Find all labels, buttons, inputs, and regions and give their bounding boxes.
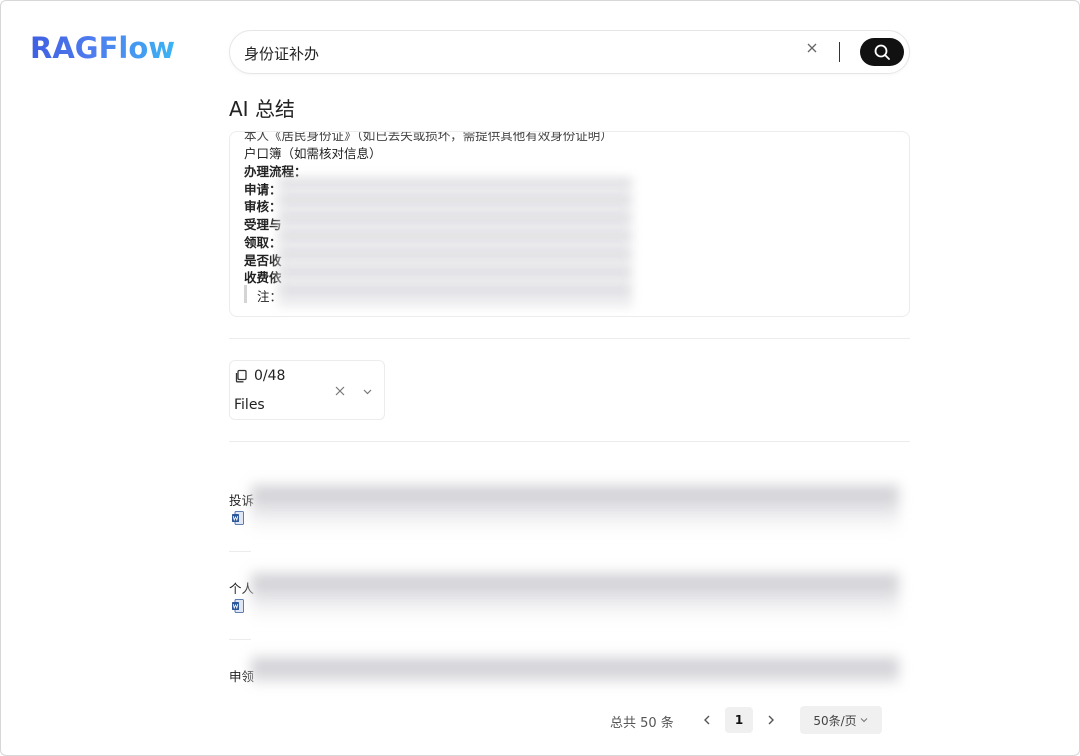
pagination-total: 总共 50 条 <box>610 716 674 731</box>
files-count: 0/48 <box>254 368 286 384</box>
summary-line: 户口簿（如需核对信息） <box>244 146 382 161</box>
word-doc-icon <box>232 599 244 613</box>
summary-line: 受理与 <box>244 217 282 232</box>
chevron-down-icon <box>860 718 868 723</box>
chevron-right-icon[interactable] <box>765 713 777 727</box>
blurred-result-content <box>251 481 899 537</box>
quote-bar <box>244 285 247 303</box>
page-size-select[interactable]: 50条/页 <box>800 706 882 734</box>
result-divider <box>229 639 251 640</box>
clear-search-icon[interactable] <box>805 41 819 55</box>
blurred-result-content <box>251 653 899 683</box>
page-size-label: 50条/页 <box>813 713 857 728</box>
search-button[interactable] <box>860 38 904 66</box>
summary-line: 领取： <box>244 235 282 250</box>
ai-summary-title: AI 总结 <box>229 97 295 121</box>
search-icon <box>874 44 890 60</box>
search-input[interactable] <box>244 41 784 65</box>
ragflow-logo[interactable]: RAGFlow <box>30 31 175 65</box>
clear-files-icon[interactable] <box>334 385 346 397</box>
word-doc-icon <box>232 511 244 525</box>
blurred-result-content <box>251 569 899 625</box>
divider <box>229 338 910 339</box>
files-filter-select[interactable]: 0/48 Files <box>229 360 385 420</box>
divider <box>229 441 910 442</box>
summary-line: 审核： <box>244 199 282 214</box>
chevron-left-icon[interactable] <box>701 713 713 727</box>
pagination-page[interactable]: 1 <box>725 707 753 733</box>
result-divider <box>229 551 251 552</box>
search-divider <box>839 42 840 62</box>
ai-summary-panel: 本人《居民身份证》（如已丢失或损坏，需提供其他有效身份证明） 户口簿（如需核对信… <box>229 131 910 317</box>
app-window: RAGFlow AI 总结 本人《居民身份证》（如已丢失或损坏，需提供其他有效身… <box>0 0 1080 756</box>
summary-line: 收费依 <box>244 270 282 285</box>
files-label: Files <box>234 397 265 413</box>
copy-files-icon <box>235 369 247 383</box>
blurred-content <box>278 178 632 306</box>
chevron-down-icon[interactable] <box>362 386 373 397</box>
